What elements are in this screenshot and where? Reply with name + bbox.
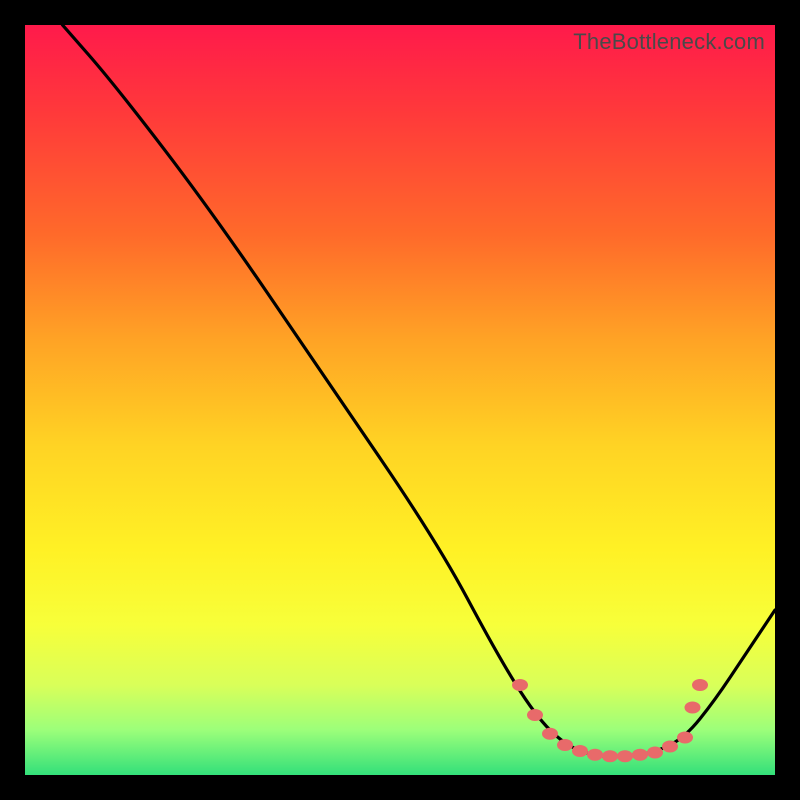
marker-dot bbox=[662, 741, 678, 753]
chart-overlay bbox=[25, 25, 775, 775]
marker-dot bbox=[617, 750, 633, 762]
marker-dot bbox=[647, 747, 663, 759]
marker-dot bbox=[557, 739, 573, 751]
marker-dot bbox=[685, 702, 701, 714]
marker-dot bbox=[677, 732, 693, 744]
marker-dot bbox=[587, 749, 603, 761]
marker-dot bbox=[527, 709, 543, 721]
curve-line bbox=[63, 25, 776, 756]
marker-dot bbox=[512, 679, 528, 691]
plot-area: TheBottleneck.com bbox=[25, 25, 775, 775]
marker-dot bbox=[602, 750, 618, 762]
marker-dot bbox=[542, 728, 558, 740]
marker-dot bbox=[692, 679, 708, 691]
marker-dot bbox=[572, 745, 588, 757]
chart-frame: TheBottleneck.com bbox=[0, 0, 800, 800]
marker-dot bbox=[632, 749, 648, 761]
